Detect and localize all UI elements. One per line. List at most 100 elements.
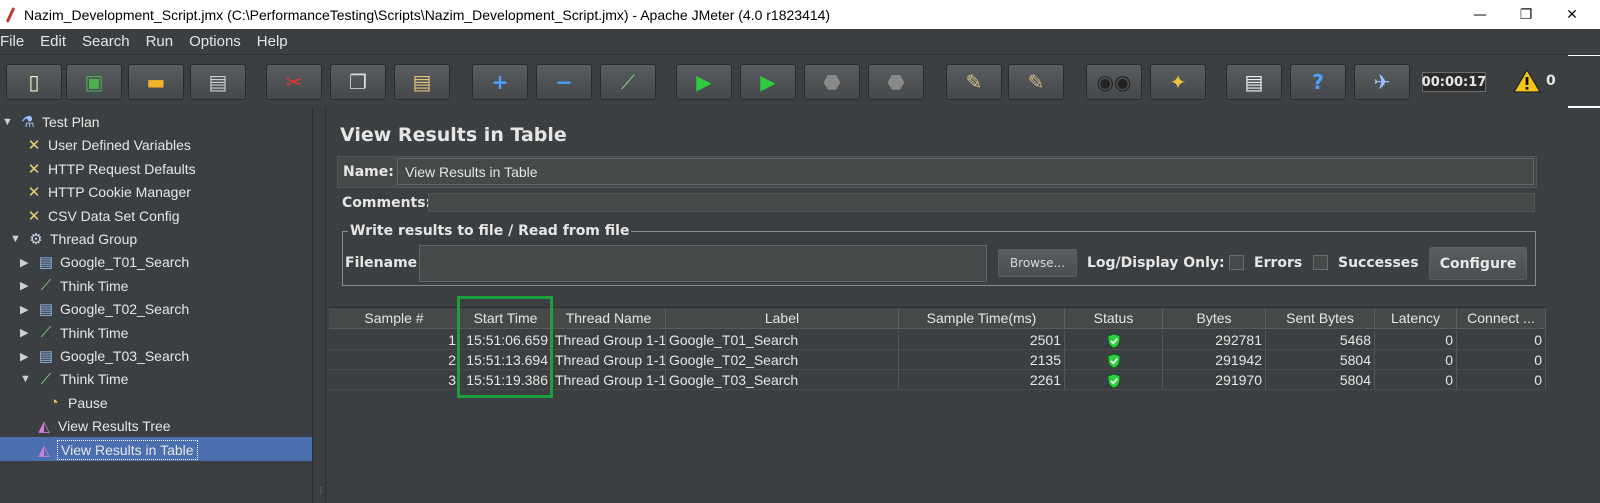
tree-node-label: Think Time: [60, 324, 129, 341]
table-cell: 0: [1375, 330, 1457, 350]
comments-field[interactable]: [428, 193, 1535, 212]
successes-checkbox[interactable]: [1313, 255, 1328, 270]
close-button[interactable]: ✕: [1549, 0, 1595, 29]
tree-node[interactable]: ▶ ⟋ Think Time: [20, 275, 128, 297]
warning-icon[interactable]: [1513, 69, 1541, 93]
expand-icon[interactable]: +: [472, 64, 528, 100]
menu-search[interactable]: Search: [82, 33, 138, 50]
restore-button[interactable]: ❐: [1503, 0, 1549, 29]
tree-node-label: View Results Tree: [58, 418, 171, 435]
save-icon[interactable]: ▤: [190, 64, 246, 100]
tree-node[interactable]: ▶ ▤ Google_T03_Search: [20, 345, 189, 367]
window-title: Nazim_Development_Script.jmx (C:\Perform…: [24, 6, 831, 23]
tree-node[interactable]: ▶ ▤ Google_T01_Search: [20, 251, 189, 273]
search-icon[interactable]: ◉◉: [1086, 64, 1142, 100]
tree-node[interactable]: ✕ CSV Data Set Config: [24, 205, 180, 227]
column-header[interactable]: Latency: [1375, 308, 1457, 329]
templates-icon[interactable]: ▣: [66, 64, 122, 100]
toggle-icon[interactable]: ⟋: [600, 64, 656, 100]
status-cell: [1065, 350, 1163, 370]
menu-help[interactable]: Help: [257, 33, 296, 50]
stop-icon[interactable]: ⬣: [804, 64, 860, 100]
tree-node[interactable]: ▼ ⚙ Thread Group: [10, 228, 137, 250]
menu-options[interactable]: Options: [189, 33, 249, 50]
column-header[interactable]: Sample Time(ms): [899, 308, 1065, 329]
filename-field[interactable]: [419, 245, 987, 282]
open-icon[interactable]: ▬: [128, 64, 184, 100]
remote-icon[interactable]: ✈: [1354, 64, 1410, 100]
reset-search-icon[interactable]: ✦: [1150, 64, 1206, 100]
split-pane-divider[interactable]: ⋮: [312, 108, 326, 503]
collapsed-arrow-icon[interactable]: ▶: [20, 350, 32, 363]
column-header[interactable]: Bytes: [1163, 308, 1266, 329]
errors-checkbox[interactable]: [1229, 255, 1244, 270]
table-cell: 291942: [1163, 350, 1266, 370]
tree-node[interactable]: ▼ ⚗ Test Plan: [2, 111, 100, 133]
table-cell: 2501: [899, 330, 1065, 350]
tree-node[interactable]: ◭ View Results in Table: [34, 439, 198, 461]
configure-button[interactable]: Configure: [1429, 247, 1527, 280]
column-header[interactable]: Sample #: [329, 308, 460, 329]
help-icon[interactable]: ?: [1290, 64, 1346, 100]
gear-icon: ⚙: [29, 231, 43, 248]
elapsed-timer: 00:00:17: [1422, 72, 1486, 92]
clear-icon[interactable]: ✎: [946, 64, 1002, 100]
success-shield-icon: [1107, 333, 1120, 349]
tree-node[interactable]: ▼ ⟋ Think Time: [20, 368, 128, 390]
table-cell: 0: [1375, 350, 1457, 370]
table-cell: 5804: [1266, 350, 1375, 370]
expanded-arrow-icon[interactable]: ▼: [2, 116, 14, 128]
start-no-timers-icon[interactable]: ▶: [740, 64, 796, 100]
column-header[interactable]: Connect ...: [1457, 308, 1546, 329]
tree-node[interactable]: ▶ ▤ Google_T02_Search: [20, 298, 189, 320]
expanded-arrow-icon[interactable]: ▼: [20, 373, 32, 385]
function-helper-icon[interactable]: ▤: [1226, 64, 1282, 100]
browse-button[interactable]: Browse...: [998, 249, 1077, 277]
column-header[interactable]: Thread Name: [552, 308, 666, 329]
collapsed-arrow-icon[interactable]: ▶: [20, 303, 32, 316]
clear-all-icon[interactable]: ✎: [1008, 64, 1064, 100]
table-row[interactable]: 2 15:51:13.694 Thread Group 1-1 Google_T02_…: [329, 350, 1546, 370]
cut-icon[interactable]: ✂: [266, 64, 322, 100]
table-cell: Thread Group 1-1: [552, 330, 666, 350]
collapsed-arrow-icon[interactable]: ▶: [20, 326, 32, 339]
tree-node-label: Pause: [68, 394, 108, 411]
vertical-scrollbar-area: [1546, 108, 1568, 503]
column-header[interactable]: Sent Bytes: [1266, 308, 1375, 329]
tree-node[interactable]: ▶ ⟋ Think Time: [20, 322, 128, 344]
menu-edit[interactable]: Edit: [40, 33, 74, 50]
table-row[interactable]: 3 15:51:19.386 Thread Group 1-1 Google_T03_…: [329, 370, 1546, 390]
table-cell: 0: [1457, 330, 1546, 350]
table-cell: 5804: [1266, 370, 1375, 390]
collapse-icon[interactable]: −: [536, 64, 592, 100]
column-header[interactable]: Start Time: [460, 308, 552, 329]
tree-node-label: HTTP Request Defaults: [48, 160, 196, 177]
tree-node-label: Test Plan: [42, 114, 100, 130]
tree-node[interactable]: ◭ View Results Tree: [34, 415, 171, 437]
menu-file[interactable]: File: [0, 33, 32, 50]
collapsed-arrow-icon[interactable]: ▶: [20, 279, 32, 292]
sampler-icon: ▤: [38, 348, 54, 365]
column-header[interactable]: Status: [1065, 308, 1163, 329]
page-title: View Results in Table: [340, 124, 567, 146]
tree-node-label: User Defined Variables: [48, 137, 191, 154]
paste-icon[interactable]: ▤: [394, 64, 450, 100]
minimize-button[interactable]: —: [1457, 0, 1503, 29]
column-header[interactable]: Label: [666, 308, 899, 329]
table-cell: 0: [1457, 370, 1546, 390]
shutdown-icon[interactable]: ⬣: [868, 64, 924, 100]
table-row[interactable]: 1 15:51:06.659 Thread Group 1-1 Google_T01_…: [329, 330, 1546, 350]
pipette-icon: ⟋: [40, 370, 52, 388]
menu-run[interactable]: Run: [146, 33, 182, 50]
copy-icon[interactable]: ❐: [330, 64, 386, 100]
flask-icon: ⚗: [21, 114, 35, 131]
new-icon[interactable]: ▯: [6, 64, 62, 100]
name-field[interactable]: [397, 158, 1534, 185]
collapsed-arrow-icon[interactable]: ▶: [20, 256, 32, 269]
tree-node[interactable]: ◔ Pause: [44, 392, 108, 414]
expanded-arrow-icon[interactable]: ▼: [10, 233, 22, 245]
start-icon[interactable]: ▶: [676, 64, 732, 100]
tree-node[interactable]: ✕ HTTP Request Defaults: [24, 158, 196, 180]
tree-node[interactable]: ✕ User Defined Variables: [24, 134, 191, 156]
tree-node[interactable]: ✕ HTTP Cookie Manager: [24, 181, 191, 203]
